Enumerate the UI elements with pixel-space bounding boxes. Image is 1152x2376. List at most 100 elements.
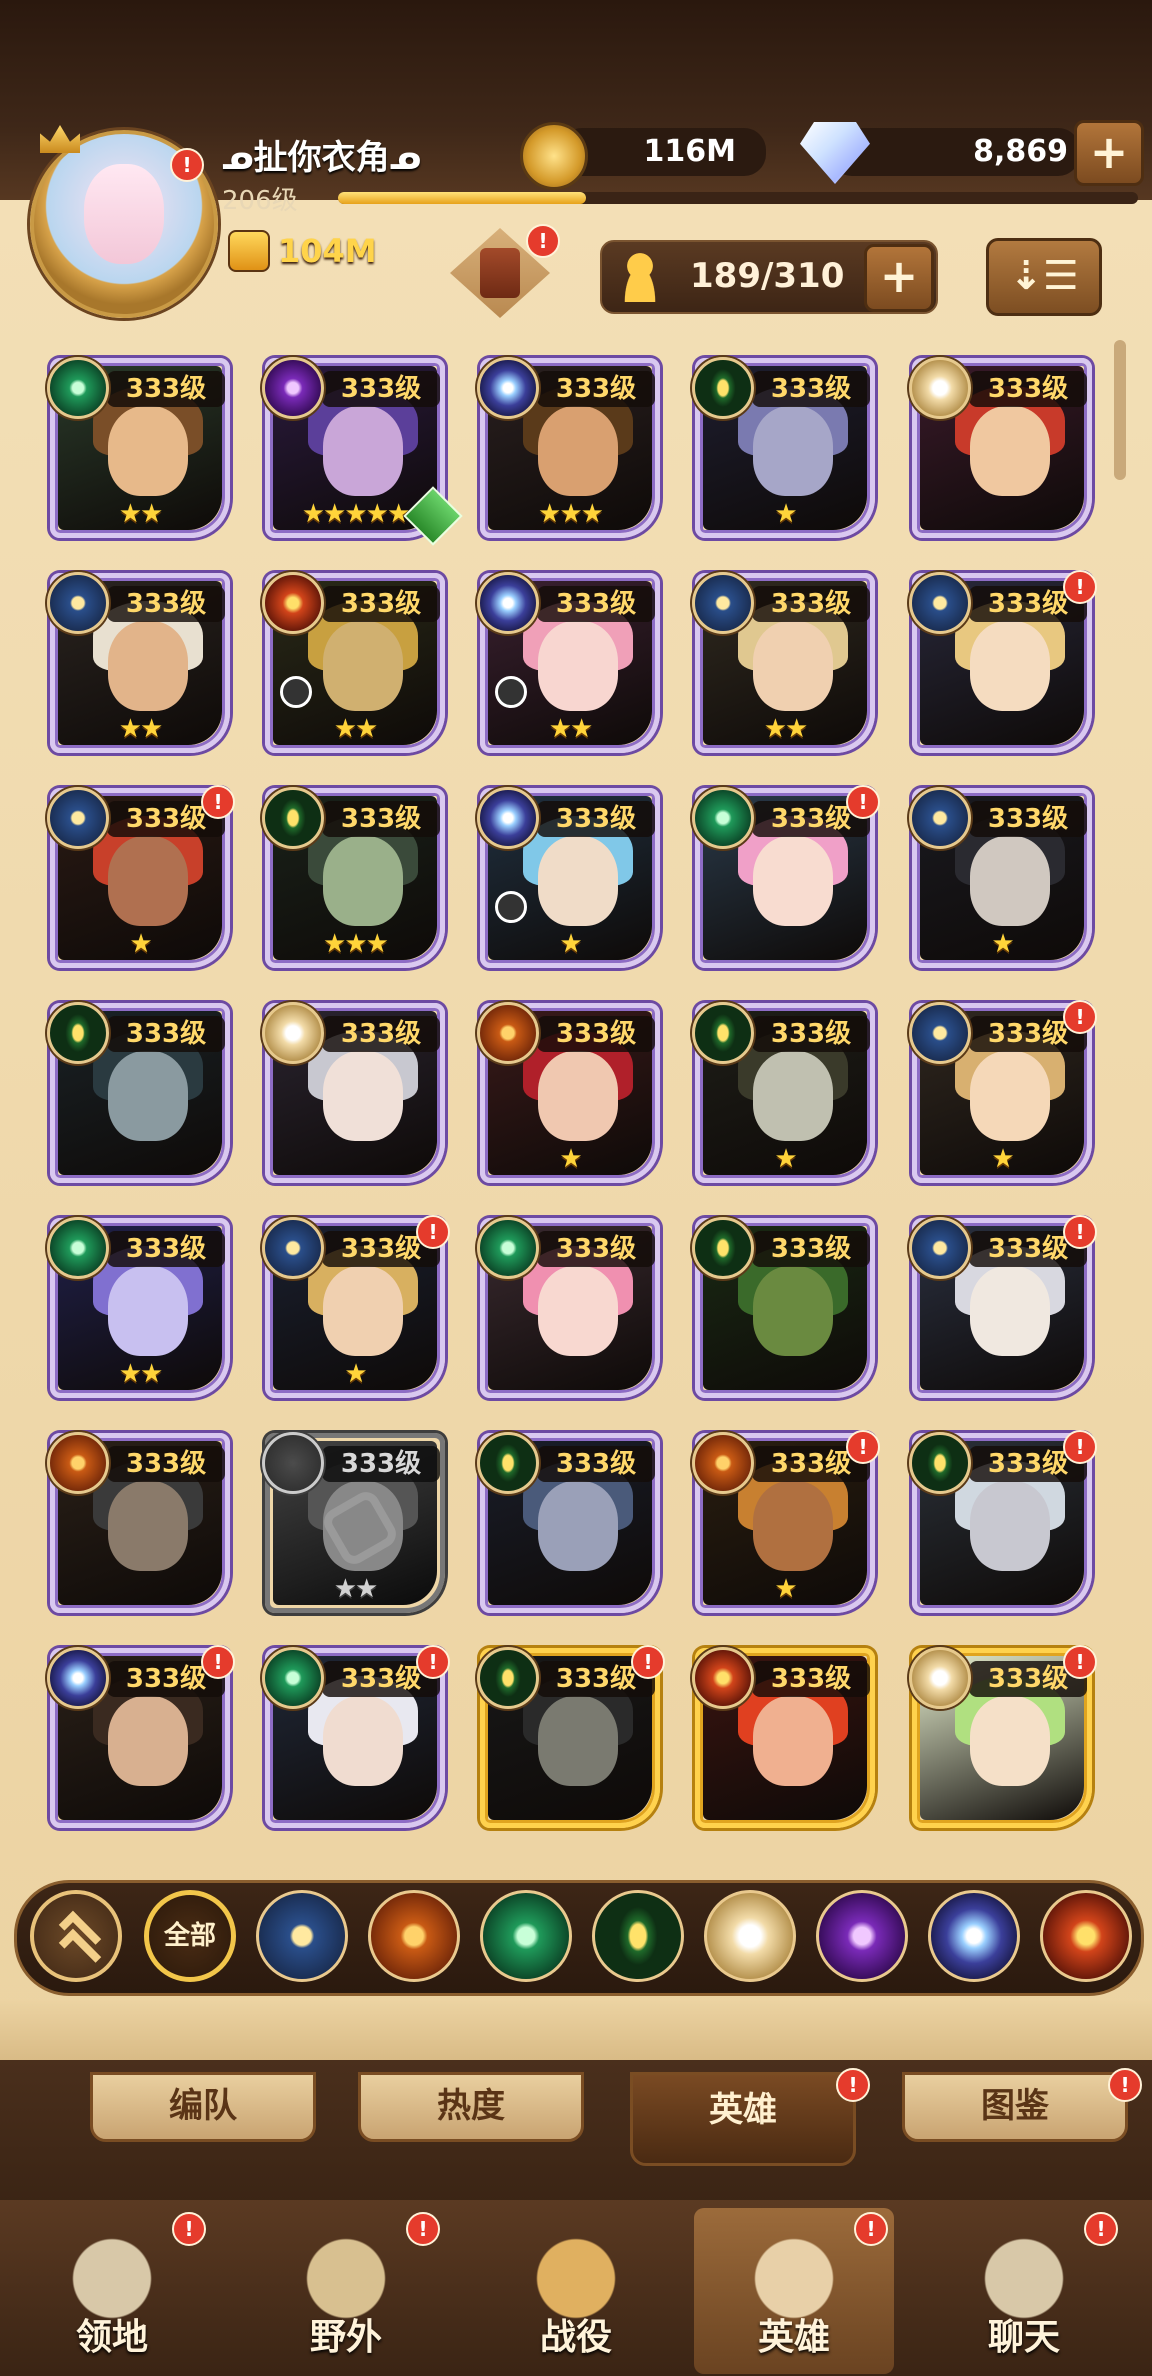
hero-face — [108, 836, 188, 926]
hero-level: 333级 — [537, 586, 655, 622]
faction-hypogean-button[interactable] — [816, 1890, 908, 1982]
hero-stars: ★ — [559, 929, 582, 959]
nav-label: 英雄 — [757, 2317, 830, 2358]
faction-wilder-icon — [47, 357, 109, 419]
hero-card[interactable]: 333级 — [909, 357, 1092, 538]
hero-notification-dot: ! — [1063, 1430, 1097, 1464]
expand-capacity-button[interactable]: + — [864, 244, 934, 312]
hero-card[interactable]: 333级 ★ — [477, 787, 660, 968]
hero-level: 333级 — [322, 371, 440, 407]
hero-card[interactable]: 333级 ★★ — [692, 572, 875, 753]
hero-capacity-value: 189/310 — [690, 256, 845, 296]
hero-card[interactable]: 333级! — [909, 1645, 1097, 1828]
hero-card[interactable]: 333级 ★★ — [47, 572, 230, 753]
faction-mauler-icon — [47, 1432, 109, 1494]
hero-notification-dot: ! — [1063, 1000, 1097, 1034]
nav-label: 战役 — [539, 2317, 612, 2358]
hero-card[interactable]: 333级 ★★ — [262, 572, 445, 753]
gold-pill[interactable]: 116M — [560, 128, 766, 176]
sort-button[interactable]: ⇣☰ — [986, 238, 1102, 316]
tab-heroes[interactable]: 英雄 — [630, 2072, 856, 2166]
faction-dimensional-icon — [477, 572, 539, 634]
hero-card[interactable]: 333级! — [477, 1645, 665, 1828]
faction-lightbearer-icon — [262, 1217, 324, 1279]
faction-mauler-icon — [477, 1002, 539, 1064]
hero-card[interactable]: 333级 — [692, 1647, 875, 1828]
hero-card[interactable]: 333级 — [47, 1002, 230, 1183]
hero-level: 333级 — [752, 1661, 870, 1697]
faction-dimensional-button[interactable] — [928, 1890, 1020, 1982]
hero-card[interactable]: 333级 ★★ — [262, 1432, 445, 1613]
hero-card[interactable]: 333级 — [262, 1002, 445, 1183]
hero-card[interactable]: 333级 — [47, 1432, 230, 1613]
hero-card[interactable]: 333级! — [692, 785, 880, 968]
hero-face — [323, 1696, 403, 1786]
hero-card[interactable]: 333级 ★★ — [47, 1217, 230, 1398]
faction-dimensional-icon — [47, 1647, 109, 1709]
hero-face — [108, 1051, 188, 1141]
hero-card[interactable]: 333级 ★ — [909, 787, 1092, 968]
hero-card[interactable]: 333级! — [47, 1645, 235, 1828]
hero-card[interactable]: 333级 ★ — [477, 1002, 660, 1183]
faction-graveborn-icon — [692, 1217, 754, 1279]
hero-card[interactable]: 333级 ★★★★★ — [262, 357, 463, 546]
faction-all-button[interactable]: 全部 — [144, 1890, 236, 1982]
faction-graveborn-button[interactable] — [592, 1890, 684, 1982]
hero-face — [538, 1696, 618, 1786]
hero-face — [108, 621, 188, 711]
collapse-button[interactable] — [30, 1890, 122, 1982]
hero-card[interactable]: 333级 ★★ — [47, 357, 230, 538]
combat-power-value: 104M — [278, 232, 377, 270]
tab-codex[interactable]: 图鉴 — [902, 2072, 1128, 2142]
avatar-notification-dot: ! — [170, 148, 204, 182]
hero-card[interactable]: 333级 ★! — [692, 1430, 880, 1613]
hero-face — [538, 406, 618, 496]
hero-card[interactable]: 333级! — [909, 1430, 1097, 1613]
hero-card[interactable]: 333级 ★! — [47, 785, 235, 968]
diamond-pill[interactable]: 8,869 — [830, 128, 1080, 176]
hero-notification-dot: ! — [846, 785, 880, 819]
faction-mauler-button[interactable] — [368, 1890, 460, 1982]
hero-card[interactable]: 333级 — [692, 1217, 875, 1398]
hero-card[interactable]: 333级! — [909, 570, 1097, 753]
hero-level: 333级 — [537, 1016, 655, 1052]
hero-card[interactable]: 333级 ★★★ — [477, 357, 660, 538]
faction-lightbearer-icon — [692, 572, 754, 634]
hero-card[interactable]: 333级 ★! — [909, 1000, 1097, 1183]
add-diamonds-button[interactable]: + — [1074, 120, 1144, 186]
nav-sword[interactable]: 战役 — [476, 2208, 676, 2374]
tab-popularity[interactable]: 热度 — [358, 2072, 584, 2142]
hero-face — [323, 836, 403, 926]
hero-card[interactable]: 333级! — [262, 1645, 450, 1828]
hero-stars: ★★ — [118, 714, 164, 744]
faction-celestial-button[interactable] — [704, 1890, 796, 1982]
hero-stars: ★ — [774, 1144, 797, 1174]
gold-coin-icon — [520, 122, 588, 190]
hero-card[interactable]: 333级 — [477, 1217, 660, 1398]
hero-face — [753, 406, 833, 496]
faction-celestial-icon — [909, 1647, 971, 1709]
tab-label: 编队 — [169, 2086, 237, 2126]
faction-wilder-button[interactable] — [480, 1890, 572, 1982]
hero-card[interactable]: 333级! — [909, 1215, 1097, 1398]
faction-lightbearer-button[interactable] — [256, 1890, 348, 1982]
hero-face — [753, 1696, 833, 1786]
hero-stars: ★★★ — [538, 499, 604, 529]
hero-card[interactable]: 333级 ★★ — [477, 572, 660, 753]
hero-level: 333级 — [537, 1231, 655, 1267]
hero-face — [970, 1051, 1050, 1141]
hero-card[interactable]: 333级 — [477, 1432, 660, 1613]
faction-graveborn-icon — [909, 1432, 971, 1494]
hero-notification-dot: ! — [416, 1215, 450, 1249]
faction-fire-button[interactable] — [1040, 1890, 1132, 1982]
hero-face — [323, 1266, 403, 1356]
hero-card[interactable]: 333级 ★! — [262, 1215, 450, 1398]
faction-graveborn-icon — [477, 1647, 539, 1709]
hero-card[interactable]: 333级 ★★★ — [262, 787, 445, 968]
tab-formation[interactable]: 编队 — [90, 2072, 316, 2142]
hero-card[interactable]: 333级 ★ — [692, 357, 875, 538]
faction-lightbearer-icon — [909, 787, 971, 849]
faction-fire-icon — [692, 1647, 754, 1709]
hero-card[interactable]: 333级 ★ — [692, 1002, 875, 1183]
scrollbar[interactable] — [1114, 340, 1126, 480]
